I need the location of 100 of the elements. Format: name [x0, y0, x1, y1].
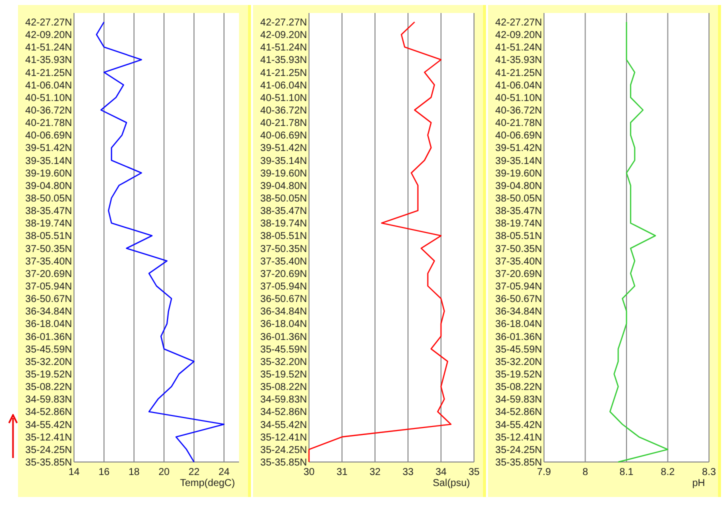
category-label: 38-05.51N — [260, 231, 307, 242]
category-label: 39-19.60N — [25, 168, 72, 180]
category-label: 41-21.25N — [495, 68, 542, 79]
tick-label: 35 — [468, 467, 480, 478]
category-label: 37-05.94N — [25, 282, 72, 292]
category-label: 36-01.36N — [260, 332, 307, 343]
category-label: 35-32.20N — [260, 356, 307, 368]
category-label: 34-52.86N — [25, 407, 72, 418]
category-label: 40-51.10N — [25, 92, 72, 104]
tick-label: 22 — [188, 467, 200, 478]
tick-label: 16 — [98, 467, 110, 478]
tick-label: 8.3 — [702, 467, 716, 478]
category-label: 36-18.04N — [495, 319, 542, 330]
tick-label: 8.1 — [620, 467, 634, 478]
category-label: 35-24.25N — [25, 444, 72, 456]
category-label: 36-01.36N — [25, 332, 72, 343]
category-label: 40-36.72N — [25, 106, 72, 116]
category-label: 35-45.59N — [495, 344, 542, 356]
category-label: 35-08.22N — [495, 382, 542, 394]
category-label: 38-19.74N — [495, 218, 542, 230]
category-label: 39-51.42N — [25, 143, 72, 154]
category-label: 39-04.80N — [260, 180, 307, 192]
category-label: 36-50.67N — [495, 294, 542, 306]
category-label: 39-19.60N — [260, 168, 307, 180]
category-label: 36-34.84N — [260, 306, 307, 318]
category-label: 37-35.40N — [25, 256, 72, 268]
category-label: 37-05.94N — [260, 282, 307, 292]
category-label: 40-36.72N — [495, 106, 542, 116]
category-label: 41-06.04N — [260, 80, 307, 92]
category-label: 40-21.78N — [495, 118, 542, 130]
category-label: 35-08.22N — [25, 382, 72, 394]
tick-label: 7.9 — [537, 467, 551, 478]
category-label: 34-59.83N — [25, 394, 72, 406]
category-label: 36-01.36N — [495, 332, 542, 343]
tick-label: 8 — [582, 467, 588, 478]
category-label: 39-04.80N — [495, 180, 542, 192]
category-label: 36-18.04N — [25, 319, 72, 330]
category-label: 41-21.25N — [25, 68, 72, 79]
category-label: 38-35.47N — [260, 206, 307, 218]
category-label: 39-35.14N — [260, 156, 307, 167]
category-label: 42-27.27N — [260, 18, 307, 28]
category-label: 42-27.27N — [495, 18, 542, 28]
category-label: 38-19.74N — [25, 218, 72, 230]
category-label: 37-20.69N — [495, 268, 542, 280]
category-label: 41-06.04N — [25, 80, 72, 92]
category-label: 41-51.24N — [260, 42, 307, 54]
axis-title: Temp(degC) — [180, 478, 235, 489]
category-label: 35-12.41N — [495, 432, 542, 444]
category-label: 38-05.51N — [25, 231, 72, 242]
category-label: 41-35.93N — [260, 55, 307, 66]
tick-label: 18 — [128, 467, 140, 478]
category-label: 40-06.69N — [260, 130, 307, 142]
tick-label: 34 — [435, 467, 447, 478]
category-label: 35-19.52N — [25, 370, 72, 380]
category-label: 42-09.20N — [260, 30, 307, 42]
category-label: 34-59.83N — [495, 394, 542, 406]
category-label: 37-35.40N — [260, 256, 307, 268]
axis-title: Sal(psu) — [432, 478, 470, 489]
category-label: 35-12.41N — [25, 432, 72, 444]
tick-label: 32 — [369, 467, 381, 478]
category-label: 35-19.52N — [260, 370, 307, 380]
category-label: 40-06.69N — [495, 130, 542, 142]
category-label: 41-35.93N — [495, 55, 542, 66]
category-label: 38-35.47N — [495, 206, 542, 218]
tick-label: 30 — [303, 467, 315, 478]
category-label: 37-50.35N — [25, 244, 72, 255]
category-label: 39-19.60N — [495, 168, 542, 180]
up-arrow-icon — [8, 414, 18, 458]
category-label: 36-50.67N — [260, 294, 307, 306]
category-label: 40-51.10N — [260, 92, 307, 104]
category-label: 34-52.86N — [495, 407, 542, 418]
category-label: 38-50.05N — [25, 194, 72, 204]
category-label: 34-55.42N — [495, 420, 542, 431]
category-label: 37-50.35N — [260, 244, 307, 255]
category-label: 37-35.40N — [495, 256, 542, 268]
category-label: 37-20.69N — [260, 268, 307, 280]
category-label: 34-55.42N — [260, 420, 307, 431]
axis-title: pH — [692, 478, 705, 489]
category-label: 42-09.20N — [25, 30, 72, 42]
category-label: 35-19.52N — [495, 370, 542, 380]
category-label: 35-24.25N — [495, 444, 542, 456]
tick-label: 24 — [218, 467, 230, 478]
category-label: 35-45.59N — [25, 344, 72, 356]
category-label: 36-50.67N — [25, 294, 72, 306]
category-label: 40-21.78N — [25, 118, 72, 130]
category-label: 38-05.51N — [495, 231, 542, 242]
category-label: 35-32.20N — [495, 356, 542, 368]
category-label: 39-51.42N — [260, 143, 307, 154]
category-label: 39-51.42N — [495, 143, 542, 154]
category-label: 37-05.94N — [495, 282, 542, 292]
category-label: 35-32.20N — [25, 356, 72, 368]
category-label: 42-27.27N — [25, 18, 72, 28]
tick-label: 31 — [336, 467, 348, 478]
tick-label: 33 — [402, 467, 414, 478]
category-label: 35-08.22N — [260, 382, 307, 394]
category-label: 35-24.25N — [260, 444, 307, 456]
category-label: 36-18.04N — [260, 319, 307, 330]
category-label: 41-06.04N — [495, 80, 542, 92]
tick-label: 14 — [68, 467, 80, 478]
category-label: 34-55.42N — [25, 420, 72, 431]
